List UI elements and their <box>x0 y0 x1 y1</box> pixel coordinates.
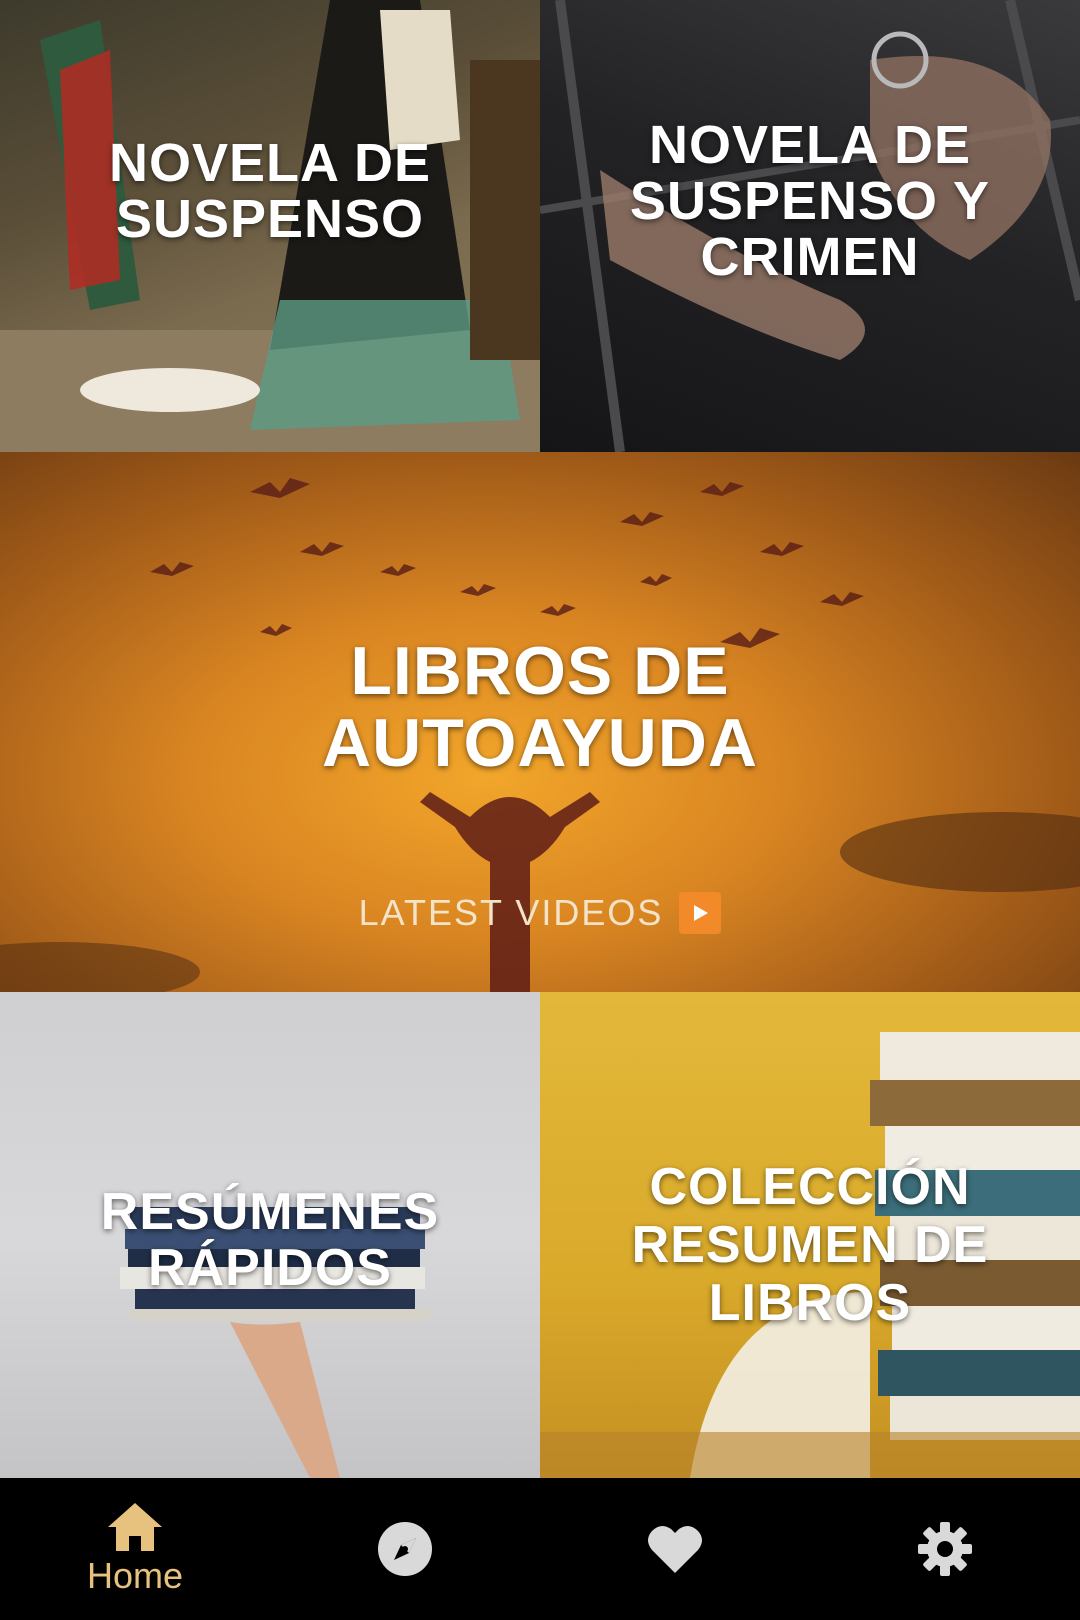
latest-videos-link[interactable]: LATEST VIDEOS <box>0 892 1080 934</box>
play-button-icon <box>679 892 722 934</box>
nav-home-label: Home <box>86 1555 184 1596</box>
tile-title: RESÚMENES RÁPIDOS <box>100 1183 440 1297</box>
tile-title: NOVELA DE SUSPENSO <box>108 133 432 249</box>
nav-home[interactable]: Home <box>0 1478 270 1620</box>
tile-title: NOVELA DE SUSPENSO Y CRIMEN <box>629 115 991 287</box>
bottom-navigation-bar: Home <box>0 1478 1080 1620</box>
nav-settings[interactable] <box>810 1478 1080 1620</box>
tile-title: COLECCIÓN RESUMEN DE LIBROS <box>631 1158 989 1332</box>
latest-videos-label: LATEST VIDEOS <box>358 892 664 933</box>
category-tile-resumenes-rapidos[interactable]: RESÚMENES RÁPIDOS <box>0 992 540 1478</box>
category-tile-coleccion-resumen-libros[interactable]: COLECCIÓN RESUMEN DE LIBROS <box>540 992 1080 1478</box>
category-tile-novela-suspenso[interactable]: NOVELA DE SUSPENSO <box>0 0 540 452</box>
heart-icon <box>648 1525 702 1573</box>
tile-title: LIBROS DE AUTOAYUDA <box>322 633 758 781</box>
nav-favorites[interactable] <box>540 1478 810 1620</box>
category-tile-novela-suspenso-crimen[interactable]: NOVELA DE SUSPENSO Y CRIMEN <box>540 0 1080 452</box>
home-screen: NOVELA DE SUSPENSO NOVELA DE SUSPENSO Y … <box>0 0 1080 1620</box>
nav-explore[interactable] <box>270 1478 540 1620</box>
compass-icon <box>378 1522 432 1576</box>
home-icon <box>108 1503 162 1551</box>
gear-icon <box>918 1522 972 1576</box>
category-tile-libros-autoayuda[interactable]: LIBROS DE AUTOAYUDA LATEST VIDEOS <box>0 452 1080 992</box>
